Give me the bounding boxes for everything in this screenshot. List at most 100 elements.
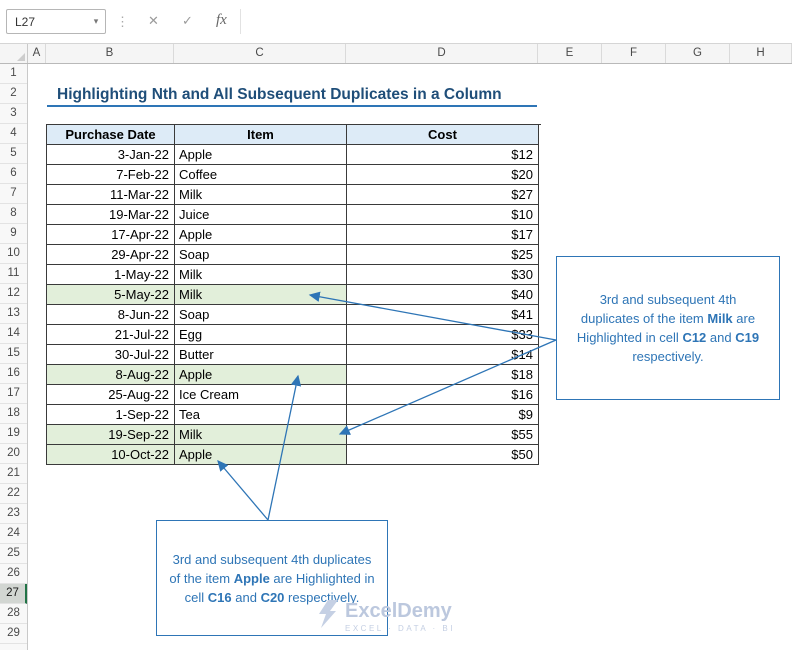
cancel-icon[interactable]: ✕ bbox=[148, 14, 159, 28]
row-header-6[interactable]: 6 bbox=[0, 164, 27, 184]
table-header-purchase-date[interactable]: Purchase Date bbox=[47, 125, 175, 145]
table-row: 1-Sep-22 Tea $9 bbox=[47, 405, 541, 425]
cell-item[interactable]: Apple bbox=[175, 445, 347, 465]
column-header-B[interactable]: B bbox=[46, 44, 174, 63]
cell-cost[interactable]: $40 bbox=[347, 285, 539, 305]
row-header-23[interactable]: 23 bbox=[0, 504, 27, 524]
cell-item[interactable]: Apple bbox=[175, 225, 347, 245]
row-header-29[interactable]: 29 bbox=[0, 624, 27, 644]
column-header-H[interactable]: H bbox=[730, 44, 792, 63]
cell-item[interactable]: Tea bbox=[175, 405, 347, 425]
row-header-24[interactable]: 24 bbox=[0, 524, 27, 544]
cell-purchase-date[interactable]: 19-Mar-22 bbox=[47, 205, 175, 225]
name-box-dropdown-icon[interactable]: ▾ bbox=[87, 16, 105, 27]
cell-purchase-date[interactable]: 3-Jan-22 bbox=[47, 145, 175, 165]
cell-cost[interactable]: $30 bbox=[347, 265, 539, 285]
cell-cost[interactable]: $20 bbox=[347, 165, 539, 185]
select-all-corner[interactable] bbox=[0, 44, 28, 63]
row-header-7[interactable]: 7 bbox=[0, 184, 27, 204]
cell-purchase-date[interactable]: 29-Apr-22 bbox=[47, 245, 175, 265]
row-header-11[interactable]: 11 bbox=[0, 264, 27, 284]
cell-item[interactable]: Butter bbox=[175, 345, 347, 365]
cell-cost[interactable]: $55 bbox=[347, 425, 539, 445]
row-header-25[interactable]: 25 bbox=[0, 544, 27, 564]
row-header-28[interactable]: 28 bbox=[0, 604, 27, 624]
row-header-26[interactable]: 26 bbox=[0, 564, 27, 584]
column-header-F[interactable]: F bbox=[602, 44, 666, 63]
enter-icon[interactable]: ✓ bbox=[182, 14, 193, 28]
row-header-4[interactable]: 4 bbox=[0, 124, 27, 144]
row-header-16[interactable]: 16 bbox=[0, 364, 27, 384]
table-header-cost[interactable]: Cost bbox=[347, 125, 539, 145]
cell-cost[interactable]: $50 bbox=[347, 445, 539, 465]
cell-purchase-date[interactable]: 10-Oct-22 bbox=[47, 445, 175, 465]
cell-purchase-date[interactable]: 11-Mar-22 bbox=[47, 185, 175, 205]
cell-item[interactable]: Soap bbox=[175, 245, 347, 265]
cell-item[interactable]: Apple bbox=[175, 365, 347, 385]
cell-purchase-date[interactable]: 25-Aug-22 bbox=[47, 385, 175, 405]
table-row: 5-May-22 Milk $40 bbox=[47, 285, 541, 305]
row-header-2[interactable]: 2 bbox=[0, 84, 27, 104]
row-header-5[interactable]: 5 bbox=[0, 144, 27, 164]
row-header-14[interactable]: 14 bbox=[0, 324, 27, 344]
row-header-27[interactable]: 27 bbox=[0, 584, 27, 604]
cell-cost[interactable]: $10 bbox=[347, 205, 539, 225]
cell-cost[interactable]: $9 bbox=[347, 405, 539, 425]
name-box-value: L27 bbox=[15, 14, 36, 29]
column-header-C[interactable]: C bbox=[174, 44, 346, 63]
cell-item[interactable]: Soap bbox=[175, 305, 347, 325]
row-header-10[interactable]: 10 bbox=[0, 244, 27, 264]
cell-cost[interactable]: $16 bbox=[347, 385, 539, 405]
cell-item[interactable]: Ice Cream bbox=[175, 385, 347, 405]
column-header-G[interactable]: G bbox=[666, 44, 730, 63]
callout-emphasis: C16 bbox=[207, 589, 232, 605]
cell-item[interactable]: Milk bbox=[175, 185, 347, 205]
column-header-E[interactable]: E bbox=[538, 44, 602, 63]
row-header-21[interactable]: 21 bbox=[0, 464, 27, 484]
row-header-8[interactable]: 8 bbox=[0, 204, 27, 224]
table-row: 30-Jul-22 Butter $14 bbox=[47, 345, 541, 365]
cell-cost[interactable]: $33 bbox=[347, 325, 539, 345]
cell-item[interactable]: Milk bbox=[175, 285, 347, 305]
row-header-13[interactable]: 13 bbox=[0, 304, 27, 324]
cell-cost[interactable]: $14 bbox=[347, 345, 539, 365]
row-header-22[interactable]: 22 bbox=[0, 484, 27, 504]
cell-purchase-date[interactable]: 8-Aug-22 bbox=[47, 365, 175, 385]
row-header-17[interactable]: 17 bbox=[0, 384, 27, 404]
row-header-19[interactable]: 19 bbox=[0, 424, 27, 444]
cell-purchase-date[interactable]: 1-Sep-22 bbox=[47, 405, 175, 425]
row-header-20[interactable]: 20 bbox=[0, 444, 27, 464]
row-header-9[interactable]: 9 bbox=[0, 224, 27, 244]
cell-purchase-date[interactable]: 30-Jul-22 bbox=[47, 345, 175, 365]
column-header-D[interactable]: D bbox=[346, 44, 538, 63]
cell-cost[interactable]: $12 bbox=[347, 145, 539, 165]
row-header-1[interactable]: 1 bbox=[0, 64, 27, 84]
cell-purchase-date[interactable]: 5-May-22 bbox=[47, 285, 175, 305]
formula-input[interactable] bbox=[246, 9, 790, 34]
cell-purchase-date[interactable]: 17-Apr-22 bbox=[47, 225, 175, 245]
name-box[interactable]: L27 ▾ bbox=[6, 9, 106, 34]
column-header-A[interactable]: A bbox=[28, 44, 46, 63]
cell-cost[interactable]: $17 bbox=[347, 225, 539, 245]
cell-purchase-date[interactable]: 21-Jul-22 bbox=[47, 325, 175, 345]
cell-item[interactable]: Milk bbox=[175, 425, 347, 445]
cell-purchase-date[interactable]: 19-Sep-22 bbox=[47, 425, 175, 445]
cell-item[interactable]: Coffee bbox=[175, 165, 347, 185]
cell-cost[interactable]: $18 bbox=[347, 365, 539, 385]
table-header-item[interactable]: Item bbox=[175, 125, 347, 145]
row-header-3[interactable]: 3 bbox=[0, 104, 27, 124]
cell-purchase-date[interactable]: 7-Feb-22 bbox=[47, 165, 175, 185]
row-header-12[interactable]: 12 bbox=[0, 284, 27, 304]
insert-function-icon[interactable]: fx bbox=[216, 12, 227, 29]
cell-item[interactable]: Milk bbox=[175, 265, 347, 285]
row-header-15[interactable]: 15 bbox=[0, 344, 27, 364]
cell-item[interactable]: Juice bbox=[175, 205, 347, 225]
cell-purchase-date[interactable]: 8-Jun-22 bbox=[47, 305, 175, 325]
cell-cost[interactable]: $41 bbox=[347, 305, 539, 325]
cell-item[interactable]: Egg bbox=[175, 325, 347, 345]
row-header-18[interactable]: 18 bbox=[0, 404, 27, 424]
cell-purchase-date[interactable]: 1-May-22 bbox=[47, 265, 175, 285]
cell-cost[interactable]: $25 bbox=[347, 245, 539, 265]
cell-item[interactable]: Apple bbox=[175, 145, 347, 165]
cell-cost[interactable]: $27 bbox=[347, 185, 539, 205]
